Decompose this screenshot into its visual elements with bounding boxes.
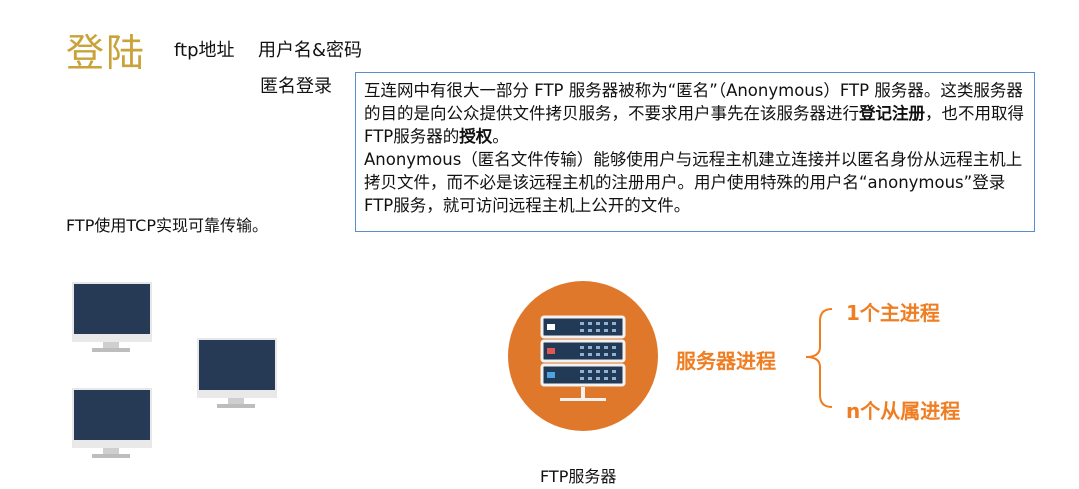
process-bracket <box>805 308 833 408</box>
anonymous-login-label: 匿名登录 <box>260 76 332 97</box>
ftp-server-label: FTP服务器 <box>540 467 617 486</box>
desc-bold-authorize: 授权 <box>459 127 493 146</box>
page-title: 登陆 <box>66 31 147 75</box>
main-process-label: 1个主进程 <box>846 301 940 325</box>
username-password-label: 用户名&密码 <box>258 40 363 61</box>
ftp-address-label: ftp地址 <box>174 40 235 61</box>
tcp-note: FTP使用TCP实现可靠传输。 <box>66 216 269 235</box>
server-process-label: 服务器进程 <box>676 349 776 373</box>
desc-paragraph-2: Anonymous（匿名文件传输）能够使用户与远程主机建立连接并以匿名身份从远程… <box>364 150 1023 215</box>
client-monitor-icon <box>72 282 152 356</box>
desc-text-3: 。 <box>492 127 509 146</box>
anonymous-ftp-description: 互连网中有很大一部分 FTP 服务器被称为“匿名”（Anonymous）FTP … <box>355 72 1035 232</box>
server-rack-icon <box>540 315 626 401</box>
sub-process-label: n个从属进程 <box>846 399 961 423</box>
desc-bold-register: 登记注册 <box>859 104 925 123</box>
client-monitor-icon <box>197 338 277 412</box>
client-monitor-icon <box>72 388 152 462</box>
